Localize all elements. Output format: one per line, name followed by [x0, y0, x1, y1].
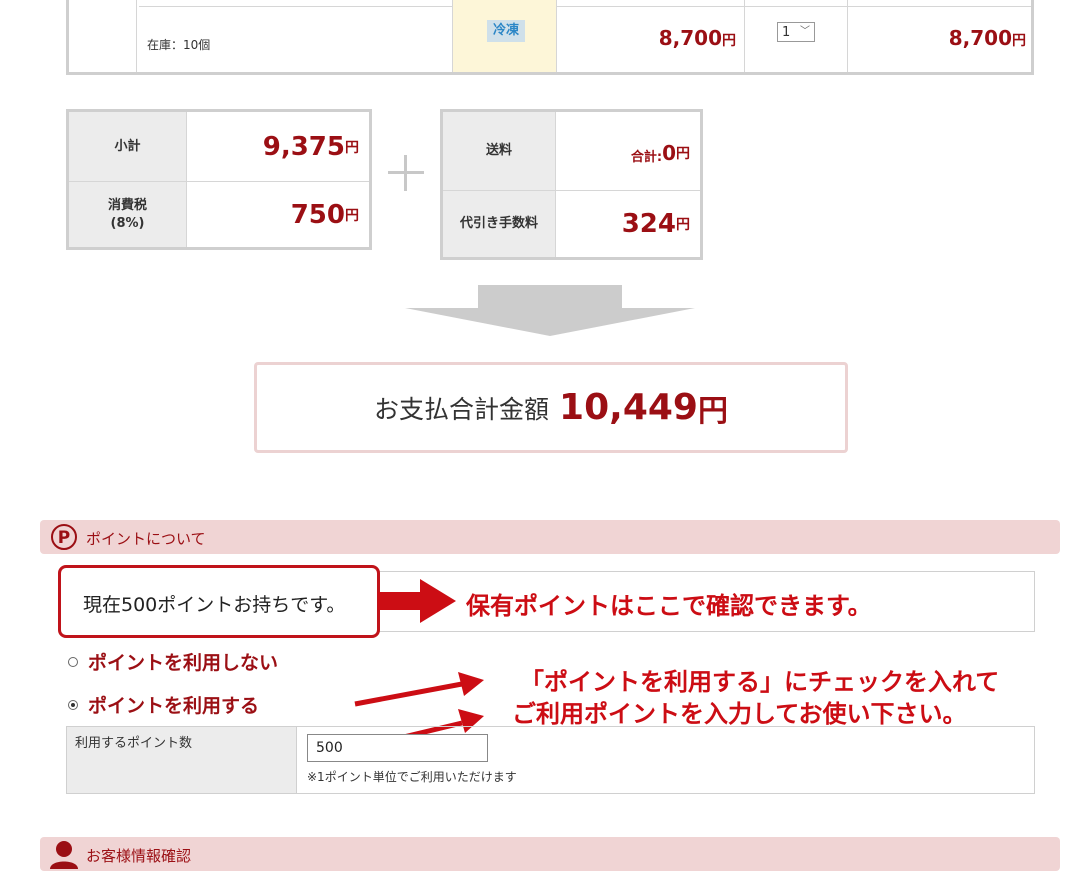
unit-price: 8,700円: [658, 26, 736, 50]
points-usage-note: ※1ポイント単位でご利用いただけます: [307, 770, 517, 784]
shipping-label: 送料: [443, 112, 556, 190]
line-total: 8,700円: [948, 26, 1026, 50]
current-points-text: 現在500ポイントお持ちです。: [83, 594, 346, 616]
radio-use-icon[interactable]: [68, 699, 78, 710]
subtotal-value: 9,375 円: [262, 131, 359, 162]
annotation-arrow-icon: [378, 579, 456, 623]
shipping-value: 合計: 0 円: [630, 141, 690, 165]
customer-section-header: お客様情報確認: [40, 837, 1060, 871]
annotation-check-points: 保有ポイントはここで確認できます。: [466, 592, 872, 620]
down-arrow-icon: [405, 285, 695, 336]
subtotal-box: 小計 9,375 円 消費税 (8%) 750 円: [66, 109, 372, 250]
user-icon: [50, 841, 78, 869]
points-usage-label: 利用するポイント数: [75, 736, 193, 751]
points-usage-table: 利用するポイント数 ※1ポイント単位でご利用いただけます: [66, 726, 1035, 794]
chevron-down-icon: ﹀: [800, 26, 810, 37]
points-usage-label-cell: 利用するポイント数: [67, 727, 297, 793]
annotation-use-line2: ご利用ポイントを入力してお使い下さい。: [512, 700, 967, 728]
stock-cell: 在庫：10個: [136, 0, 452, 72]
payment-total-label: お支払合計金額: [374, 394, 550, 424]
quantity-cell: 1 ﹀: [744, 0, 847, 72]
frozen-badge: 冷凍: [487, 20, 525, 42]
customer-section-title: お客様情報確認: [86, 847, 192, 865]
radio-option-not-use[interactable]: ポイントを利用しない: [68, 648, 278, 675]
tax-label: 消費税 (8%): [69, 182, 187, 247]
line-total-cell: 8,700円: [847, 0, 1034, 72]
payment-total-amount: 10,449: [559, 387, 698, 428]
current-points-callout: 現在500ポイントお持ちです。: [58, 565, 380, 638]
radio-not-use-icon[interactable]: [68, 656, 78, 667]
annotation-use-line1: 「ポイントを利用する」にチェックを入れて: [520, 668, 1000, 696]
quantity-select[interactable]: 1 ﹀: [777, 22, 815, 42]
payment-total-box: お支払合計金額 10,449 円: [254, 362, 848, 453]
cod-fee-value: 324 円: [621, 209, 690, 239]
points-usage-input[interactable]: [307, 734, 488, 762]
points-section-title: ポイントについて: [86, 530, 206, 548]
subtotal-label: 小計: [69, 112, 187, 181]
frozen-cell: 冷凍: [452, 0, 556, 72]
plus-icon: [388, 155, 424, 191]
shipping-box: 送料 合計: 0 円 代引き手数料 324 円: [440, 109, 703, 260]
radio-option-use[interactable]: ポイントを利用する: [68, 691, 259, 718]
cod-fee-label: 代引き手数料: [443, 191, 556, 257]
tax-value: 750 円: [290, 199, 359, 230]
radio-use-label: ポイントを利用する: [88, 695, 260, 717]
unit-price-cell: 8,700円: [556, 0, 744, 72]
radio-not-use-label: ポイントを利用しない: [88, 652, 279, 674]
point-p-icon: P: [51, 524, 77, 550]
points-section-header: P ポイントについて: [40, 520, 1060, 554]
yen-unit: 円: [697, 393, 728, 429]
svg-text:P: P: [58, 528, 70, 548]
cart-item-row: 在庫：10個 冷凍 8,700円 1 ﹀ 8,700円: [66, 0, 1034, 75]
stock-text: 在庫：10個: [147, 38, 211, 52]
